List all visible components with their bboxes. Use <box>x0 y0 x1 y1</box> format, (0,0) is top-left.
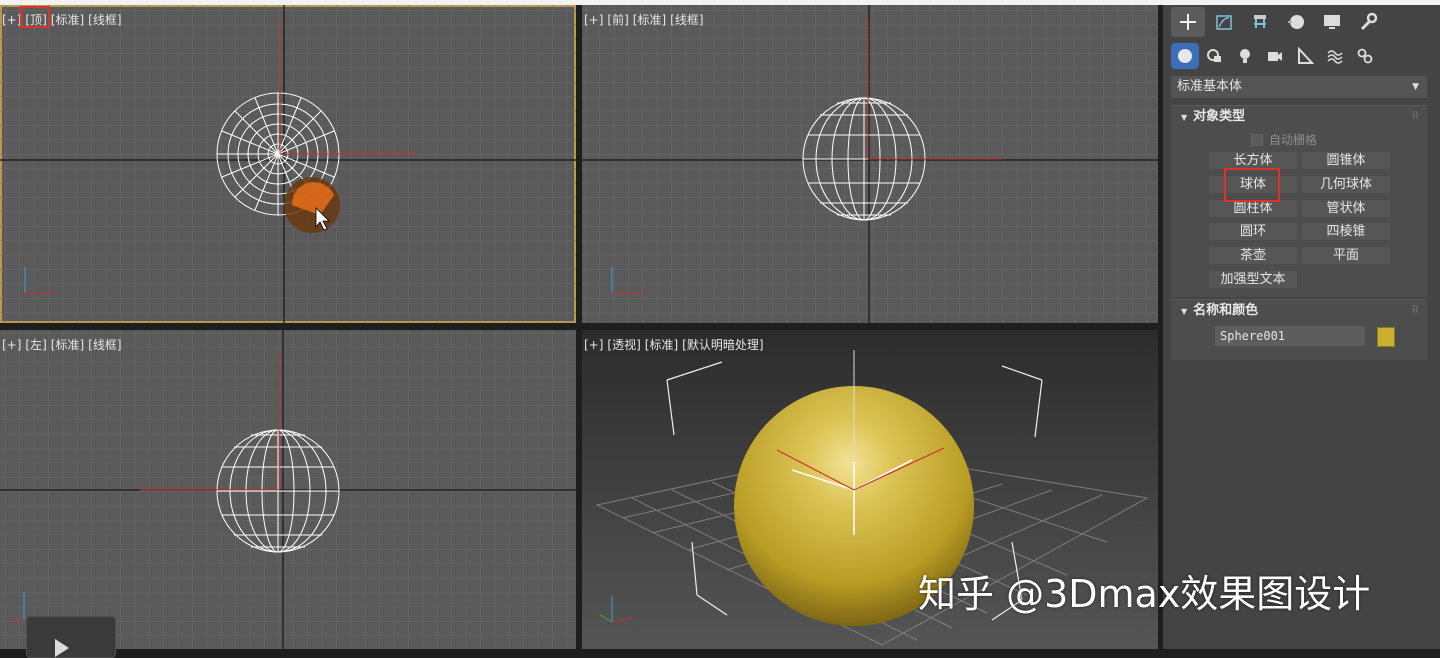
geosphere-button[interactable]: 几何球体 <box>1302 176 1390 193</box>
viewport-shading-label[interactable]: [默认明暗处理] <box>682 338 763 352</box>
geometry-tab[interactable] <box>1171 43 1199 69</box>
viewport-shading-label[interactable]: [线框] <box>670 13 703 27</box>
helpers-tab[interactable] <box>1291 43 1319 69</box>
grip-icon: ⠿ <box>1411 305 1419 316</box>
viewport-menu-plus[interactable]: [+] <box>2 13 21 27</box>
viewport-front-label[interactable]: [+] [前] [标准] [线框] <box>584 11 708 28</box>
watermark: 知乎 @3Dmax效果图设计 <box>918 572 1371 616</box>
gears-icon <box>1357 48 1373 64</box>
wave-icon <box>1327 50 1343 64</box>
viewport-top[interactable]: [+] [顶] [标准] [线框] <box>0 5 576 323</box>
utilities-tab[interactable] <box>1351 7 1385 37</box>
shapes-tab[interactable] <box>1201 43 1229 69</box>
object-name-input[interactable]: Sphere001 <box>1215 326 1365 346</box>
command-panel-tabs <box>1171 7 1385 37</box>
front-viewport-scene <box>582 5 1158 323</box>
viewport-shading-label[interactable]: [线框] <box>88 338 121 352</box>
modify-tab[interactable] <box>1207 7 1241 37</box>
shapes-icon <box>1207 49 1221 62</box>
viewport-mode-label[interactable]: [标准] <box>645 338 678 352</box>
create-category-tabs <box>1171 43 1379 73</box>
torus-button[interactable]: 圆环 <box>1209 223 1297 240</box>
checkbox-label: 自动栅格 <box>1269 133 1318 147</box>
cone-button[interactable]: 圆锥体 <box>1302 152 1390 169</box>
collapse-triangle-icon: ▼ <box>1181 307 1188 316</box>
teapot-button[interactable]: 茶壶 <box>1209 247 1297 264</box>
highlight-sphere-button <box>1224 168 1280 202</box>
dropdown-value: 标准基本体 <box>1177 79 1243 94</box>
wrench-icon <box>1360 12 1378 31</box>
camera-icon <box>1268 52 1282 61</box>
motion-tab[interactable] <box>1279 7 1313 37</box>
plus-icon <box>1180 14 1196 30</box>
monitor-icon <box>1324 15 1340 29</box>
left-viewport-scene <box>0 330 576 649</box>
light-bulb-icon <box>1240 49 1250 63</box>
hierarchy-tab[interactable] <box>1243 7 1277 37</box>
name-color-header[interactable]: ▼ 名称和颜色 ⠿ <box>1171 300 1427 322</box>
lights-tab[interactable] <box>1231 43 1259 69</box>
collapse-triangle-icon: ▼ <box>1181 113 1188 122</box>
viewport-view-label[interactable]: [左] <box>25 338 46 352</box>
viewport-shading-label[interactable]: [线框] <box>88 13 121 27</box>
viewport-left-label[interactable]: [+] [左] [标准] [线框] <box>2 336 126 353</box>
object-type-rollout: ▼ 对象类型 ⠿ 自动栅格 长方体 圆锥体 球体 几何球体 圆柱体 管状体 圆环 … <box>1171 105 1427 297</box>
modify-icon <box>1216 15 1232 30</box>
viewport-view-label[interactable]: [前] <box>607 13 628 27</box>
viewport-perspective-label[interactable]: [+] [透视] [标准] [默认明暗处理] <box>584 336 768 353</box>
hierarchy-icon <box>1254 15 1266 28</box>
top-viewport-scene <box>0 5 576 323</box>
viewport-mode-label[interactable]: [标准] <box>51 338 84 352</box>
viewport-mode-label[interactable]: [标准] <box>51 13 84 27</box>
cylinder-button[interactable]: 圆柱体 <box>1209 200 1297 217</box>
viewport-view-label[interactable]: [透视] <box>607 338 640 352</box>
helper-ruler-icon <box>1298 47 1314 64</box>
spacewarps-tab[interactable] <box>1321 43 1349 69</box>
name-color-rollout: ▼ 名称和颜色 ⠿ Sphere001 <box>1171 299 1427 360</box>
sphere-icon <box>1178 49 1192 63</box>
pyramid-button[interactable]: 四棱锥 <box>1302 223 1390 240</box>
video-play-button[interactable] <box>26 616 116 658</box>
tube-button[interactable]: 管状体 <box>1302 200 1390 217</box>
grip-icon: ⠿ <box>1411 111 1419 122</box>
viewport-menu-plus[interactable]: [+] <box>584 338 603 352</box>
box-button[interactable]: 长方体 <box>1209 152 1297 169</box>
viewport-menu-plus[interactable]: [+] <box>2 338 21 352</box>
rollout-title: 名称和颜色 <box>1193 303 1259 318</box>
create-tab[interactable] <box>1171 7 1205 37</box>
viewport-menu-plus[interactable]: [+] <box>584 13 603 27</box>
play-icon <box>55 639 69 657</box>
plane-button[interactable]: 平面 <box>1302 247 1390 264</box>
display-tab[interactable] <box>1315 7 1349 37</box>
checkbox-box <box>1251 133 1263 146</box>
primitive-type-dropdown[interactable]: 标准基本体 ▼ <box>1171 76 1427 98</box>
object-color-swatch[interactable] <box>1377 327 1395 347</box>
viewport-front[interactable]: [+] [前] [标准] [线框] <box>582 5 1158 323</box>
systems-tab[interactable] <box>1351 43 1379 69</box>
cameras-tab[interactable] <box>1261 43 1289 69</box>
command-panel: 标准基本体 ▼ ▼ 对象类型 ⠿ 自动栅格 长方体 圆锥体 球体 几何球体 圆柱体… <box>1163 5 1440 649</box>
highlight-view-label <box>20 6 50 28</box>
viewport-left[interactable]: [+] [左] [标准] [线框] <box>0 330 576 649</box>
viewport-mode-label[interactable]: [标准] <box>633 13 666 27</box>
object-type-header[interactable]: ▼ 对象类型 ⠿ <box>1171 106 1427 128</box>
auto-grid-checkbox[interactable]: 自动栅格 <box>1251 131 1317 148</box>
rollout-title: 对象类型 <box>1193 109 1246 124</box>
text-plus-button[interactable]: 加强型文本 <box>1209 271 1297 288</box>
motion-icon <box>1288 15 1304 29</box>
dropdown-arrow-icon: ▼ <box>1412 82 1419 92</box>
